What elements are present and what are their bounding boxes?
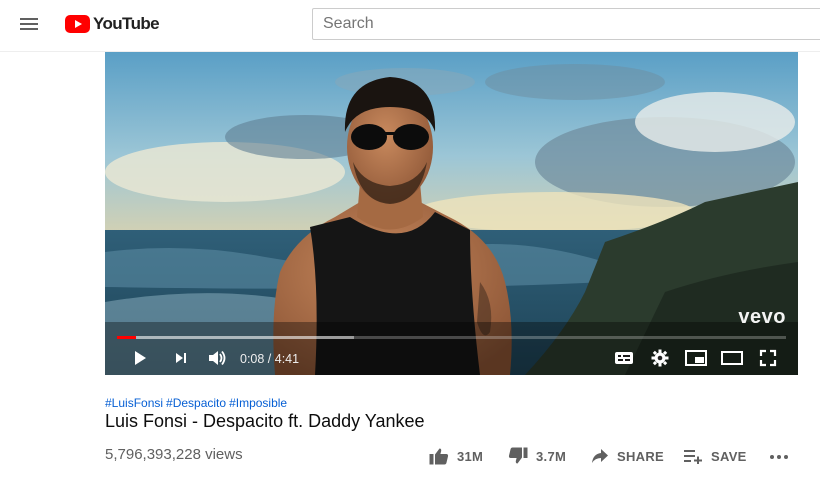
player-controls: 0:08 / 4:41	[105, 342, 798, 375]
theater-icon[interactable]	[719, 346, 745, 370]
dislike-icon	[508, 447, 528, 464]
hashtag-list: #LuisFonsi #Despacito #Imposible	[105, 396, 290, 410]
volume-icon[interactable]	[204, 346, 230, 370]
buffered-bar	[117, 336, 355, 339]
like-icon	[429, 448, 449, 465]
video-title: Luis Fonsi - Despacito ft. Daddy Yankee	[105, 411, 425, 431]
like-button[interactable]: 31M	[429, 446, 483, 466]
play-icon[interactable]	[127, 346, 153, 370]
youtube-logo-icon	[65, 15, 90, 33]
miniplayer-icon[interactable]	[683, 346, 709, 370]
search-box[interactable]	[312, 8, 820, 40]
masthead: YouTube	[0, 0, 820, 52]
menu-icon[interactable]	[19, 15, 39, 35]
save-label: SAVE	[711, 448, 747, 464]
youtube-logo[interactable]: YouTube	[65, 13, 160, 35]
share-button[interactable]: SHARE	[591, 446, 664, 466]
video-frame	[105, 52, 798, 375]
search-input[interactable]	[313, 9, 820, 39]
progress-bar[interactable]	[117, 336, 786, 339]
share-label: SHARE	[617, 448, 665, 464]
hashtag-link[interactable]: #Imposible	[229, 396, 287, 410]
played-bar	[117, 336, 136, 339]
like-count: 31M	[457, 448, 484, 464]
share-icon	[592, 449, 608, 463]
time-display: 0:08 / 4:41	[240, 352, 300, 366]
video-player[interactable]: vevo 0:08 / 4:41	[105, 52, 798, 375]
fullscreen-icon[interactable]	[755, 346, 781, 370]
next-icon[interactable]	[168, 346, 194, 370]
settings-icon[interactable]	[647, 346, 673, 370]
save-icon	[684, 450, 702, 464]
dislike-count: 3.7M	[536, 448, 567, 464]
hashtag-link[interactable]: #Despacito	[166, 396, 226, 410]
more-icon[interactable]	[766, 448, 792, 466]
view-count: 5,796,393,228 views	[105, 446, 243, 463]
logo-text: YouTube	[93, 14, 160, 33]
save-button[interactable]: SAVE	[683, 446, 747, 466]
dislike-button[interactable]: 3.7M	[508, 446, 566, 466]
hashtag-link[interactable]: #LuisFonsi	[105, 396, 163, 410]
subtitles-icon[interactable]	[611, 346, 637, 370]
vevo-watermark: vevo	[738, 306, 786, 328]
